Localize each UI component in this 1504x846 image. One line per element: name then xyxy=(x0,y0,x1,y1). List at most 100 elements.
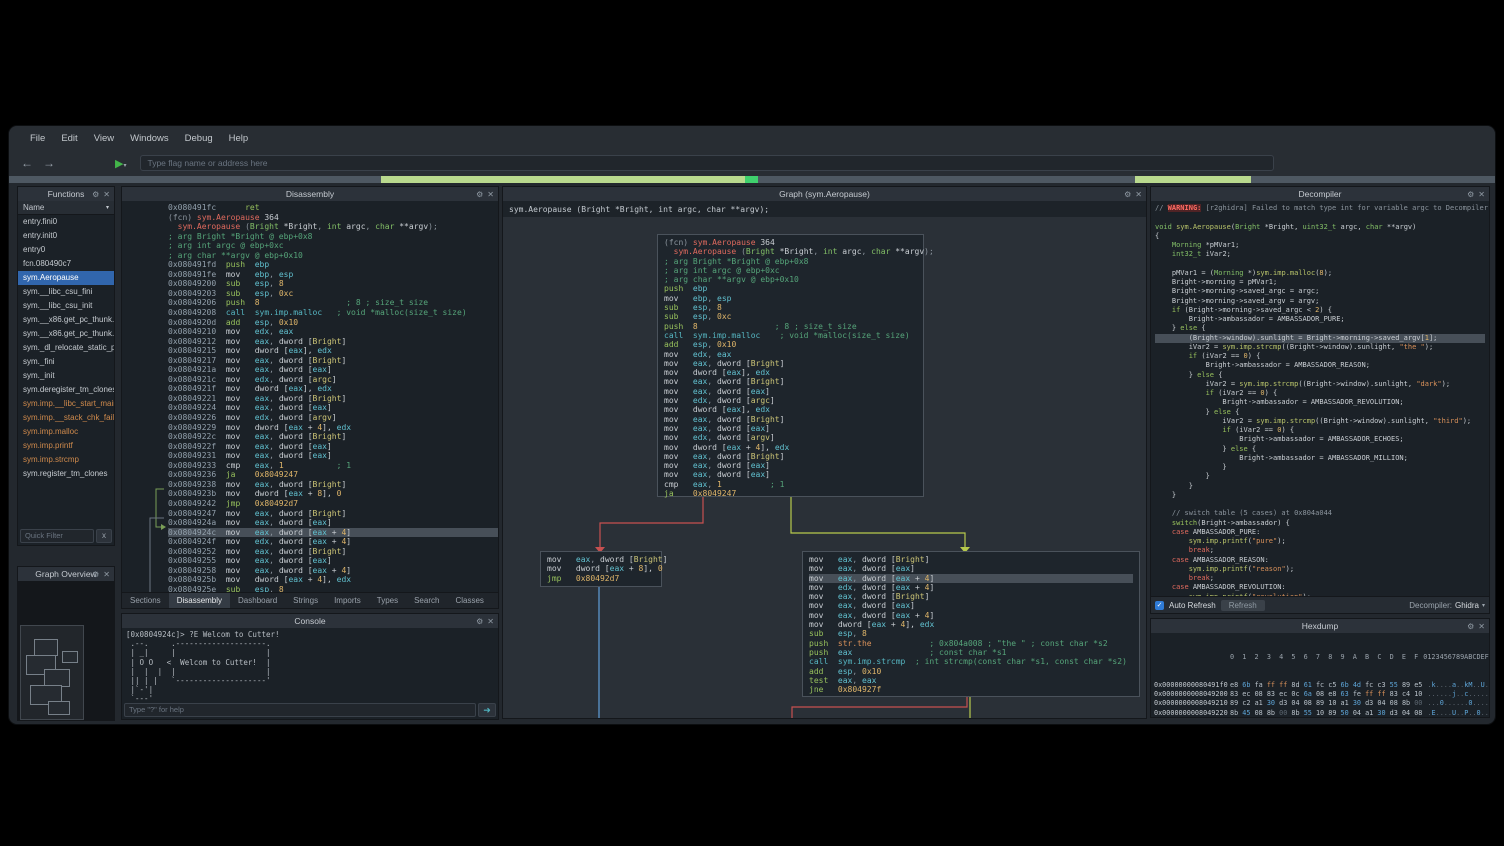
code-line[interactable]: mov eax, dword [eax] xyxy=(664,461,917,470)
functions-sort-header[interactable]: Name ▾ xyxy=(18,201,114,215)
auto-refresh-checkbox[interactable]: ✓ xyxy=(1155,601,1164,610)
code-line[interactable]: 0x08049217 mov eax, dword [Bright] xyxy=(168,356,498,366)
code-line[interactable]: mov dword [eax + 4], edx xyxy=(664,443,917,452)
close-panel-icon[interactable]: ✕ xyxy=(1478,190,1485,199)
code-line[interactable]: push eax ; const char *s1 xyxy=(809,648,1133,657)
code-line[interactable]: mov eax, dword [eax] xyxy=(664,424,917,433)
code-line[interactable]: } else { xyxy=(1155,324,1485,333)
code-line[interactable]: 0x08049224 mov eax, dword [eax] xyxy=(168,403,498,413)
code-line[interactable]: 0x08049231 mov eax, dword [eax] xyxy=(168,451,498,461)
code-line[interactable]: 0x08049242 jmp 0x80492d7 xyxy=(168,499,498,509)
code-line[interactable]: 0x080491fd push ebp xyxy=(168,260,498,270)
function-item[interactable]: sym.register_tm_clones xyxy=(18,467,114,481)
code-line[interactable]: } xyxy=(1155,491,1485,500)
code-line[interactable]: Bright->morning->saved_argv = argv; xyxy=(1155,297,1485,306)
code-line[interactable]: case AMBASSADOR_PURE: xyxy=(1155,528,1485,537)
code-line[interactable]: mov eax, dword [eax] xyxy=(809,564,1133,573)
code-line[interactable]: Bright->ambassador = AMBASSADOR_REASON; xyxy=(1155,361,1485,370)
function-item[interactable]: entry.fini0 xyxy=(18,215,114,229)
code-line[interactable]: if (iVar2 == 0) { xyxy=(1155,389,1485,398)
tab-dashboard[interactable]: Dashboard xyxy=(230,593,285,608)
code-line[interactable]: ; arg char **argv @ ebp+0x10 xyxy=(664,275,917,284)
code-line[interactable]: (fcn) sym.Aeropause 364 xyxy=(168,213,498,223)
graph-minimap[interactable] xyxy=(18,581,114,720)
code-line[interactable]: 0x08049255 mov eax, dword [eax] xyxy=(168,556,498,566)
code-line[interactable]: } xyxy=(1155,472,1485,481)
code-line[interactable]: 0x080491fc ret xyxy=(168,203,498,213)
code-line[interactable]: push 8 ; 8 ; size_t size xyxy=(664,322,917,331)
code-line[interactable]: 0x0804921c mov edx, dword [argc] xyxy=(168,375,498,385)
tab-classes[interactable]: Classes xyxy=(447,593,491,608)
code-line[interactable]: if (iVar2 == 0) { xyxy=(1155,352,1485,361)
code-line[interactable]: sym.Aeropause (Bright *Bright, int argc,… xyxy=(664,247,917,256)
code-line[interactable]: add esp, 0x10 xyxy=(809,667,1133,676)
function-item[interactable]: sym._fini xyxy=(18,355,114,369)
hexdump-row[interactable]: 0x000000000804920083 ec 08 83 ec 0c 6a 0… xyxy=(1154,690,1486,699)
close-panel-icon[interactable]: ✕ xyxy=(487,617,494,626)
code-line[interactable]: Morning *pMVar1; xyxy=(1155,241,1485,250)
code-line[interactable]: } xyxy=(1155,463,1485,472)
code-line[interactable]: mov eax, dword [eax] xyxy=(664,470,917,479)
code-line[interactable]: } else { xyxy=(1155,371,1485,380)
code-line[interactable]: mov edx, dword [argv] xyxy=(664,433,917,442)
hexdump-row[interactable]: 0x00000000080491f0e8 6b fa ff ff 8d 61 f… xyxy=(1154,681,1486,690)
code-line[interactable]: if (Bright->morning->saved_argc < 2) { xyxy=(1155,306,1485,315)
close-panel-icon[interactable]: ✕ xyxy=(1135,190,1142,199)
address-search-input[interactable]: Type flag name or address here xyxy=(140,155,1274,171)
code-line[interactable]: jmp 0x80492d7 xyxy=(547,574,655,583)
graph-node-false-branch[interactable]: mov eax, dword [Bright]mov dword [eax + … xyxy=(540,551,662,587)
back-icon[interactable]: ← xyxy=(19,156,35,170)
code-line[interactable]: 0x08049212 mov eax, dword [Bright] xyxy=(168,337,498,347)
graph-canvas[interactable]: (fcn) sym.Aeropause 364 sym.Aeropause (B… xyxy=(503,217,1146,718)
function-item[interactable]: sym.__x86.get_pc_thunk.bp xyxy=(18,313,114,327)
code-line[interactable]: mov eax, dword [Bright] xyxy=(664,377,917,386)
code-line[interactable]: mov edx, eax xyxy=(664,350,917,359)
code-line[interactable]: { xyxy=(1155,232,1485,241)
function-item[interactable]: sym.imp.__stack_chk_fail xyxy=(18,411,114,425)
memory-map-segment[interactable] xyxy=(381,176,745,183)
code-line[interactable]: 0x08049200 sub esp, 8 xyxy=(168,279,498,289)
code-line[interactable]: void sym.Aeropause(Bright *Bright, uint3… xyxy=(1155,223,1485,232)
code-line[interactable]: sym.imp.printf("reason"); xyxy=(1155,565,1485,574)
hexdump-row[interactable]: 0x00000000080492208b 45 08 8b 00 8b 55 1… xyxy=(1154,709,1486,717)
code-line[interactable]: 0x08049215 mov dword [eax], edx xyxy=(168,346,498,356)
code-line[interactable]: 0x0804924a mov eax, dword [eax] xyxy=(168,518,498,528)
code-line[interactable]: ; arg Bright *Bright @ ebp+0x8 xyxy=(168,232,498,242)
code-line[interactable] xyxy=(1155,500,1485,509)
graph-node-entry[interactable]: (fcn) sym.Aeropause 364 sym.Aeropause (B… xyxy=(657,234,924,497)
code-line[interactable]: mov dword [eax + 8], 0 xyxy=(547,564,655,573)
code-line[interactable]: ; arg int argc @ ebp+0xc xyxy=(664,266,917,275)
memory-map-segment[interactable] xyxy=(745,176,758,183)
code-line[interactable]: mov eax, dword [eax] xyxy=(664,387,917,396)
code-line[interactable]: 0x08049210 mov edx, eax xyxy=(168,327,498,337)
console-input[interactable]: Type "?" for help xyxy=(124,703,476,717)
code-line[interactable]: 0x08049238 mov eax, dword [Bright] xyxy=(168,480,498,490)
panel-menu-icon[interactable]: ⚙ xyxy=(476,617,483,626)
code-line[interactable]: sub esp, 8 xyxy=(664,303,917,312)
code-line[interactable]: (Bright->window).sunlight = Bright->morn… xyxy=(1155,334,1485,343)
code-line[interactable]: mov eax, dword [Bright] xyxy=(809,592,1133,601)
menu-item-windows[interactable]: Windows xyxy=(123,130,176,147)
code-line[interactable]: mov edx, dword [argc] xyxy=(664,396,917,405)
code-line[interactable]: push str.the ; 0x804a008 ; "the " ; cons… xyxy=(809,639,1133,648)
close-panel-icon[interactable]: ✕ xyxy=(103,570,110,579)
code-line[interactable]: mov eax, dword [eax] xyxy=(809,601,1133,610)
code-line[interactable]: Bright->ambassador = AMBASSADOR_PURE; xyxy=(1155,315,1485,324)
code-line[interactable]: mov eax, dword [Bright] xyxy=(809,555,1133,564)
function-item[interactable]: fcn.080490c7 xyxy=(18,257,114,271)
graph-node-true-branch[interactable]: mov eax, dword [Bright]mov eax, dword [e… xyxy=(802,551,1140,697)
menu-item-edit[interactable]: Edit xyxy=(54,130,84,147)
code-line[interactable]: 0x08049252 mov eax, dword [Bright] xyxy=(168,547,498,557)
clear-filter-icon[interactable]: x xyxy=(96,529,112,543)
debug-play-icon[interactable]: ▶▾ xyxy=(115,157,126,170)
code-line[interactable]: sym.Aeropause (Bright *Bright, int argc,… xyxy=(168,222,498,232)
function-item[interactable]: sym.__libc_csu_init xyxy=(18,299,114,313)
code-line[interactable]: mov eax, dword [Bright] xyxy=(664,415,917,424)
code-line[interactable]: sub esp, 0xc xyxy=(664,312,917,321)
function-item[interactable]: sym.imp.malloc xyxy=(18,425,114,439)
code-line[interactable]: switch(Bright->ambassador) { xyxy=(1155,519,1485,528)
code-line[interactable]: 0x08049226 mov edx, dword [argv] xyxy=(168,413,498,423)
function-item[interactable]: sym.__x86.get_pc_thunk.bx xyxy=(18,327,114,341)
hexdump-row[interactable]: 0x000000000804921089 c2 a1 30 d3 04 08 8… xyxy=(1154,699,1486,708)
code-line[interactable] xyxy=(1155,213,1485,222)
